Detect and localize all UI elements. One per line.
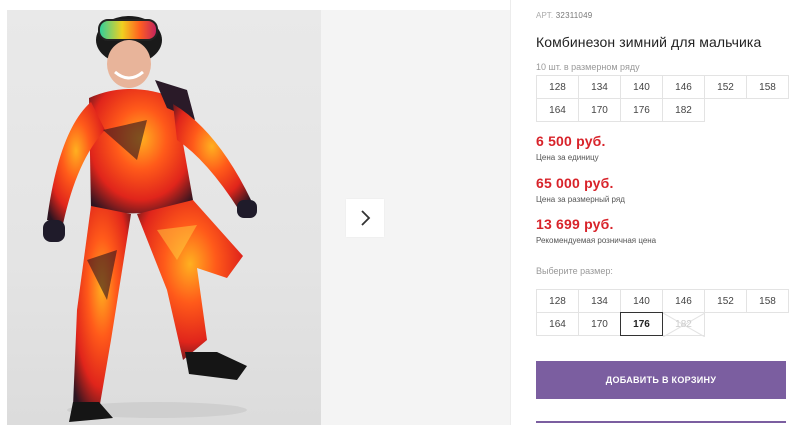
product-gallery — [0, 0, 510, 425]
size-option[interactable]: 146 — [662, 289, 705, 313]
size-row-cell: 182 — [662, 98, 705, 122]
unit-price: 6 500 руб. — [536, 133, 606, 149]
article-value: 32311049 — [555, 11, 593, 20]
unit-price-note: Цена за единицу — [536, 153, 599, 162]
boy-in-snowsuit-image — [43, 16, 257, 422]
add-to-cart-button[interactable]: ДОБАВИТЬ В КОРЗИНУ — [536, 361, 786, 399]
size-option[interactable]: 134 — [578, 289, 621, 313]
size-row-cell: 140 — [620, 75, 663, 99]
size-option[interactable]: 170 — [578, 312, 621, 336]
size-row-grid: 128 134 140 146 152 158 164 170 176 182 — [536, 75, 789, 122]
chevron-right-icon — [361, 210, 371, 226]
size-row-cell: 164 — [536, 98, 579, 122]
size-option-disabled-label: 182 — [675, 318, 692, 330]
product-photo[interactable] — [7, 10, 321, 425]
secondary-button-edge[interactable] — [536, 421, 786, 425]
row-price-note: Цена за размерный ряд — [536, 195, 625, 204]
size-option-selected[interactable]: 176 — [620, 312, 663, 336]
size-row-cell: 146 — [662, 75, 705, 99]
retail-price: 13 699 руб. — [536, 216, 614, 232]
size-option[interactable]: 164 — [536, 312, 579, 336]
size-option-disabled: 182 — [662, 312, 705, 337]
row-price: 65 000 руб. — [536, 175, 614, 191]
article-number: АРТ. 32311049 — [536, 11, 592, 20]
panel-divider — [510, 0, 511, 425]
retail-price-note: Рекомендуемая розничная цена — [536, 236, 657, 245]
size-row-cell: 176 — [620, 98, 663, 122]
size-row-cell: 128 — [536, 75, 579, 99]
size-row-cell: 134 — [578, 75, 621, 99]
product-info: АРТ. 32311049 Комбинезон зимний для маль… — [536, 0, 789, 425]
size-option[interactable]: 140 — [620, 289, 663, 313]
size-row-cell: 152 — [704, 75, 747, 99]
next-photo-button[interactable] — [346, 199, 384, 237]
size-option[interactable]: 128 — [536, 289, 579, 313]
article-label: АРТ. — [536, 11, 554, 20]
size-row-label: 10 шт. в размерном ряду — [536, 62, 640, 72]
choose-size-label: Выберите размер: — [536, 266, 613, 276]
product-title: Комбинезон зимний для мальчика — [536, 34, 762, 50]
size-picker: 128 134 140 146 152 158 164 170 176 182 — [536, 289, 789, 337]
size-row-cell: 158 — [746, 75, 789, 99]
size-option[interactable]: 152 — [704, 289, 747, 313]
size-row-cell: 170 — [578, 98, 621, 122]
size-option[interactable]: 158 — [746, 289, 789, 313]
